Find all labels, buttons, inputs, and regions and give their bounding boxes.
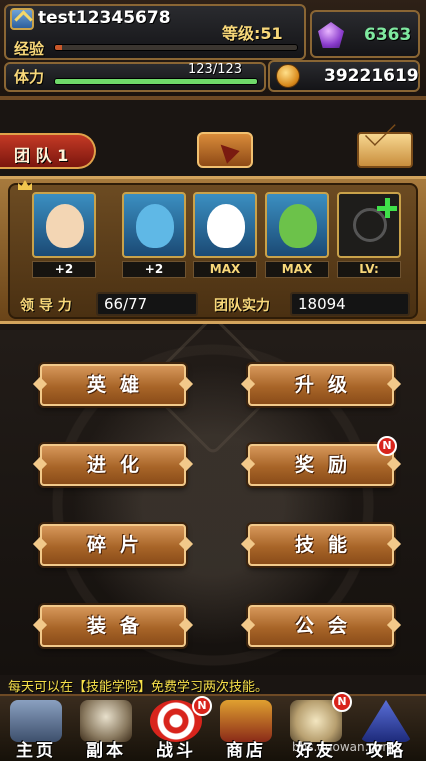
gold-count: 39221619 [324, 66, 419, 86]
hero-level-label: MAX [193, 261, 257, 278]
friends-new-badge: N [332, 692, 352, 712]
gem-count: 6363 [364, 25, 412, 45]
skills-button[interactable]: 技能 [248, 524, 394, 566]
exp-bar-fill [55, 45, 63, 50]
watermark: bbs.duowan.com [292, 740, 395, 754]
send-arrow-button[interactable] [197, 132, 253, 168]
hero-level-label: +2 [122, 261, 186, 278]
hero-slot-3[interactable] [193, 192, 257, 258]
stamina-label: 体力 [14, 68, 45, 86]
stamina-bar-fill [55, 79, 257, 84]
stamina-value: 123/123 [188, 62, 243, 77]
nav-shop-label: 商店 [226, 741, 266, 761]
stamina-bar [54, 78, 258, 85]
nav-dungeon[interactable]: 副本 [72, 698, 140, 761]
team-tab-label: 团 队 1 [14, 146, 69, 165]
upgrade-button[interactable]: 升级 [248, 364, 394, 406]
rank-icon [10, 8, 34, 30]
hero-slot-leader[interactable] [32, 192, 96, 258]
hero-portrait [136, 204, 174, 248]
arrow-icon [214, 138, 240, 164]
hero-level-label: +2 [32, 261, 96, 278]
player-level: 等级:51 [222, 24, 283, 43]
exp-bar [54, 44, 298, 51]
gold-coin-icon [276, 64, 300, 88]
hero-level-label: LV: [337, 261, 401, 278]
equipment-button[interactable]: 装备 [40, 605, 186, 647]
nav-battle-label: 战斗 [156, 741, 196, 761]
fragments-button[interactable]: 碎片 [40, 524, 186, 566]
battle-new-badge: N [192, 696, 212, 716]
reward-button[interactable]: 奖励 [248, 444, 394, 486]
nav-home-label: 主页 [16, 741, 56, 761]
team-tab[interactable]: 团 队 1 [0, 133, 96, 169]
guild-button[interactable]: 公会 [248, 605, 394, 647]
team-power-value: 18094 [290, 292, 410, 316]
evolve-button[interactable]: 进化 [40, 444, 186, 486]
hero-level-label: MAX [265, 261, 329, 278]
hero-portrait [279, 204, 317, 248]
heroes-button[interactable]: 英雄 [40, 364, 186, 406]
hero-slot-2[interactable] [122, 192, 186, 258]
leadership-value: 66/77 [96, 292, 198, 316]
team-power-label: 团队实力 [214, 298, 270, 314]
exp-label: 经验 [14, 40, 45, 58]
hero-portrait [207, 204, 245, 248]
hero-slot-empty[interactable] [337, 192, 401, 258]
hero-portrait [46, 204, 84, 248]
reward-new-badge: N [377, 436, 397, 456]
tip-message: 每天可以在【技能学院】免费学习两次技能。 [8, 680, 269, 695]
add-hero-icon [377, 198, 397, 218]
hero-slot-4[interactable] [265, 192, 329, 258]
leadership-label: 领 导 力 [20, 298, 72, 314]
player-name: test12345678 [38, 8, 171, 28]
nav-shop[interactable]: 商店 [212, 698, 280, 761]
nav-home[interactable]: 主页 [2, 698, 70, 761]
nav-dungeon-label: 副本 [86, 741, 126, 761]
mail-button[interactable] [357, 132, 413, 168]
top-hud: test12345678 等级:51 经验 体力 123/123 6363 39… [0, 0, 426, 100]
